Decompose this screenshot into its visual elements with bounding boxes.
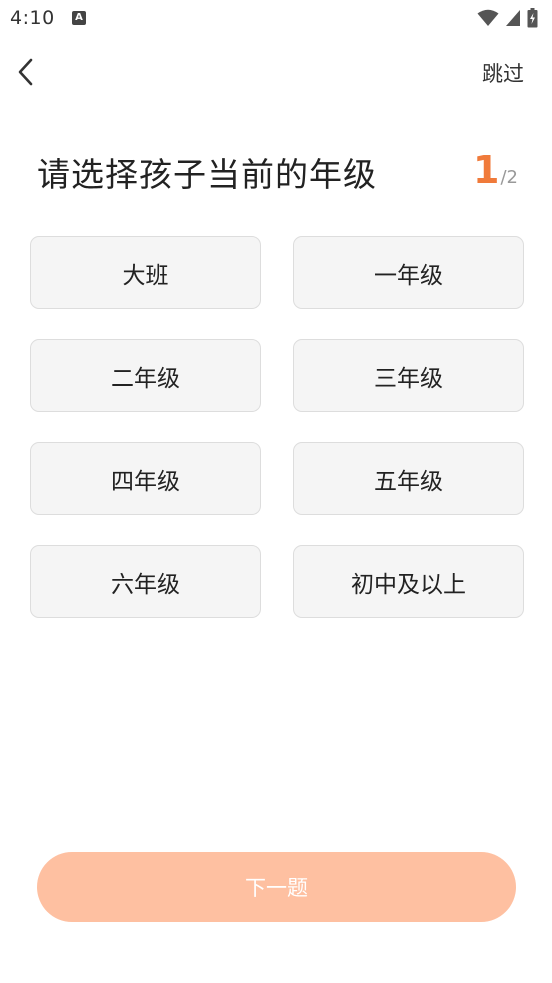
grade-options: 大班 一年级 二年级 三年级 四年级 五年级 六年级 初中及以上 [30, 236, 524, 618]
a-icon: A [72, 11, 86, 25]
grade-option-grade-4[interactable]: 四年级 [30, 442, 261, 515]
grade-option-middle-school-plus[interactable]: 初中及以上 [293, 545, 524, 618]
chevron-left-icon [18, 58, 33, 86]
next-question-button[interactable]: 下一题 [37, 852, 516, 922]
grade-option-grade-2[interactable]: 二年级 [30, 339, 261, 412]
signal-icon [506, 10, 520, 26]
status-icons [477, 8, 538, 28]
grade-option-grade-5[interactable]: 五年级 [293, 442, 524, 515]
progress-total: /2 [500, 167, 518, 188]
grade-option-grade-3[interactable]: 三年级 [293, 339, 524, 412]
status-time: 4:10 [10, 7, 55, 29]
page-title: 请选择孩子当前的年级 [37, 155, 377, 194]
grade-option-grade-6[interactable]: 六年级 [30, 545, 261, 618]
battery-charging-icon [527, 8, 538, 28]
wifi-icon [477, 9, 499, 26]
skip-button[interactable]: 跳过 [482, 58, 524, 88]
status-bar: 4:10 A [0, 0, 552, 40]
grade-option-grade-1[interactable]: 一年级 [293, 236, 524, 309]
grade-option-kindergarten[interactable]: 大班 [30, 236, 261, 309]
back-button[interactable] [10, 54, 42, 90]
progress-indicator: 1 /2 [473, 148, 518, 192]
progress-current: 1 [473, 148, 500, 192]
